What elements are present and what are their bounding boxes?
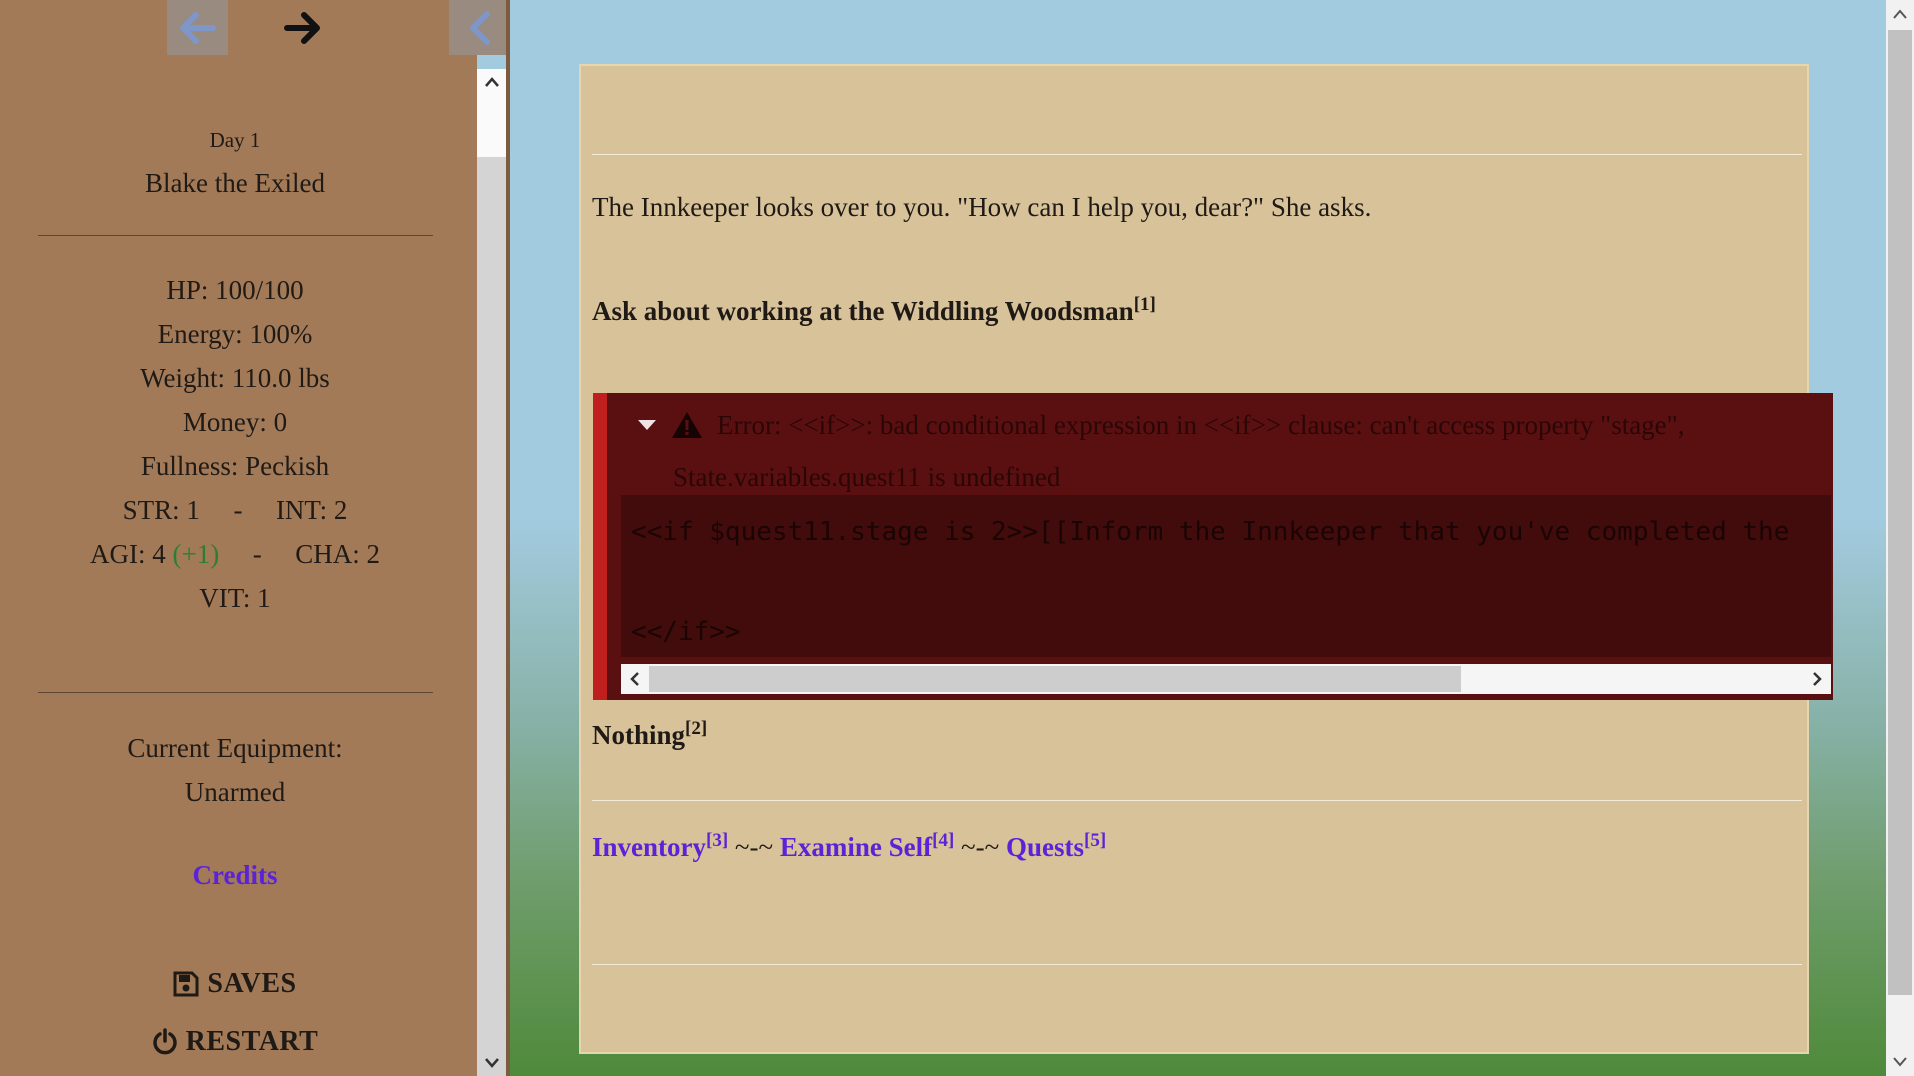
stat-agi: AGI: 4 xyxy=(90,539,166,569)
link-label: Examine Self xyxy=(779,832,933,862)
chevron-down-icon xyxy=(484,1058,499,1068)
stat-money: Money: 0 xyxy=(182,407,288,437)
chevron-up-icon xyxy=(1893,9,1907,19)
link-label: Nothing xyxy=(592,720,686,750)
sidebar-border xyxy=(506,0,510,1076)
link-label: Ask about working at the Widdling Woodsm… xyxy=(592,296,1134,326)
equipment-label: Current Equipment: xyxy=(127,733,343,763)
scroll-down-arrow[interactable] xyxy=(1886,1048,1914,1076)
history-forward-button[interactable] xyxy=(271,0,332,55)
sidebar: Day 1 Blake the Exiled HP: 100/100 Energ… xyxy=(0,0,510,1076)
error-source-code: <<if $quest11.stage is 2>>[[Inform the I… xyxy=(621,495,1831,657)
error-message: Error: <<if>>: bad conditional expressio… xyxy=(637,399,1817,503)
power-icon xyxy=(152,1028,177,1055)
link-ask-about-working[interactable]: Ask about working at the Widdling Woodsm… xyxy=(592,294,1156,327)
link-inventory[interactable]: Inventory[3] xyxy=(592,830,729,862)
scroll-left-arrow[interactable] xyxy=(621,664,649,694)
stat-agi-bonus: (+1) xyxy=(172,539,220,569)
floppy-disk-icon xyxy=(173,971,199,997)
link-examine-self[interactable]: Examine Self[4] xyxy=(779,830,955,862)
link-nothing[interactable]: Nothing[2] xyxy=(592,718,707,751)
scroll-up-arrow[interactable] xyxy=(477,69,506,95)
chevron-right-icon xyxy=(1813,672,1822,686)
restart-button[interactable]: RESTART xyxy=(0,1026,470,1058)
stat-row-str-int: STR: 1 - INT: 2 xyxy=(0,488,470,532)
stat-hp: HP: 100/100 xyxy=(166,275,304,305)
stat-row-agi-cha: AGI: 4 (+1) - CHA: 2 xyxy=(0,532,470,576)
stat-str: STR: 1 xyxy=(122,495,200,525)
divider xyxy=(592,800,1802,801)
history-back-button[interactable] xyxy=(167,0,228,55)
code-horizontal-scrollbar[interactable] xyxy=(621,664,1831,694)
chevron-down-icon xyxy=(1893,1057,1907,1067)
link-hotkey: [4] xyxy=(932,830,955,851)
nav-separator: ~-~ xyxy=(728,832,780,862)
stat-fullness: Fullness: Peckish xyxy=(140,451,330,481)
sidebar-collapse-button[interactable] xyxy=(449,0,510,55)
credits-link[interactable]: Credits xyxy=(0,860,470,891)
scroll-up-arrow[interactable] xyxy=(1886,0,1914,28)
stats-panel: HP: 100/100 Energy: 100% Weight: 110.0 l… xyxy=(0,268,470,620)
equipment-panel: Current Equipment: Unarmed xyxy=(0,726,470,814)
stat-energy: Energy: 100% xyxy=(157,319,313,349)
error-box: Error: <<if>>: bad conditional expressio… xyxy=(593,393,1833,700)
chevron-up-icon xyxy=(484,77,499,87)
sidebar-scrollbar[interactable] xyxy=(477,69,506,1076)
code-line: <</if>> xyxy=(631,617,741,647)
saves-button[interactable]: SAVES xyxy=(0,968,470,1000)
character-name: Blake the Exiled xyxy=(145,168,325,198)
link-hotkey: [5] xyxy=(1084,830,1107,851)
code-line: <<if $quest11.stage is 2>>[[Inform the I… xyxy=(631,517,1790,547)
day-counter: Day 1 xyxy=(209,128,261,152)
stat-cha: CHA: 2 xyxy=(295,539,380,569)
caret-down-icon[interactable] xyxy=(637,418,657,432)
link-label: Inventory xyxy=(592,832,706,862)
equipment-value: Unarmed xyxy=(184,777,286,807)
link-quests[interactable]: Quests[5] xyxy=(1006,830,1107,862)
link-hotkey: [3] xyxy=(706,830,729,851)
restart-label: RESTART xyxy=(185,1026,319,1057)
code-scrollbar-thumb[interactable] xyxy=(649,666,1461,692)
warning-triangle-icon xyxy=(672,412,702,438)
stat-separator: - xyxy=(252,539,262,569)
link-label: Quests xyxy=(1006,832,1085,862)
innkeeper-dialogue: The Innkeeper looks over to you. "How ca… xyxy=(592,192,1372,222)
saves-label: SAVES xyxy=(207,968,297,999)
arrow-right-icon xyxy=(283,11,320,44)
stat-vit: VIT: 1 xyxy=(199,583,271,613)
bottom-nav-links: Inventory[3] ~-~ Examine Self[4] ~-~ Que… xyxy=(592,830,1106,863)
arrow-left-icon xyxy=(179,11,216,44)
stat-weight: Weight: 110.0 lbs xyxy=(140,363,330,393)
chevron-left-icon xyxy=(469,10,490,45)
chevron-left-icon xyxy=(630,672,639,686)
stat-separator: - xyxy=(233,495,243,525)
divider xyxy=(592,154,1802,155)
credits-label: Credits xyxy=(192,860,278,890)
link-hotkey: [2] xyxy=(685,718,708,739)
link-hotkey: [1] xyxy=(1133,294,1156,315)
page-scrollbar-thumb[interactable] xyxy=(1888,30,1912,995)
page-scrollbar[interactable] xyxy=(1886,0,1914,1076)
stat-int: INT: 2 xyxy=(275,495,348,525)
scroll-right-arrow[interactable] xyxy=(1803,664,1831,694)
scroll-down-arrow[interactable] xyxy=(477,1050,506,1076)
error-text-line1: Error: <<if>>: bad conditional expressio… xyxy=(717,410,1685,440)
divider xyxy=(592,964,1802,965)
divider xyxy=(38,235,433,236)
nav-separator: ~-~ xyxy=(954,832,1006,862)
divider xyxy=(38,692,433,693)
